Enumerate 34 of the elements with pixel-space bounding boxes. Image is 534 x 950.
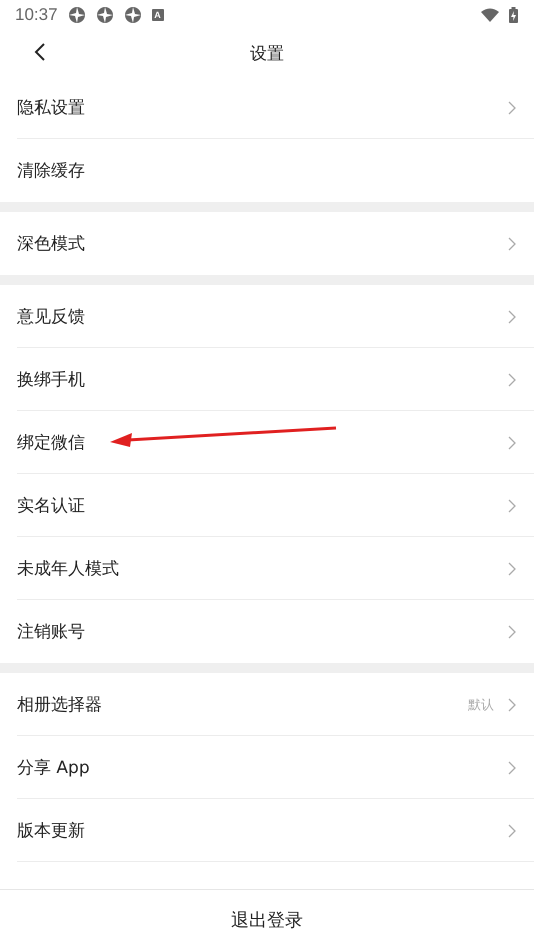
settings-row[interactable]: 实名认证 [0, 474, 534, 537]
logout-button[interactable]: 退出登录 [219, 902, 315, 938]
wifi-icon [481, 8, 499, 22]
keyboard-icon: A [152, 9, 164, 21]
row-value: 默认 [468, 696, 494, 714]
settings-row[interactable]: 清除缓存 [0, 139, 534, 202]
settings-row[interactable]: 换绑手机 [0, 348, 534, 411]
settings-row[interactable]: 相册选择器 默认 [0, 673, 534, 736]
settings-row[interactable]: 隐私设置 [0, 76, 534, 139]
row-label: 绑定微信 [17, 432, 85, 454]
row-label: 注销账号 [17, 621, 85, 643]
settings-row[interactable]: 未成年人模式 [0, 537, 534, 600]
row-label: 深色模式 [17, 233, 85, 255]
settings-row[interactable]: 注销账号 [0, 600, 534, 663]
settings-row[interactable]: 分享 App [0, 736, 534, 799]
row-label: 清除缓存 [17, 160, 85, 182]
clock-time: 10:37 [15, 5, 58, 25]
battery-charging-icon [509, 7, 518, 23]
row-label: 未成年人模式 [17, 558, 119, 580]
row-label: 实名认证 [17, 495, 85, 517]
row-label: 分享 App [17, 757, 90, 779]
settings-row[interactable]: 深色模式 [0, 212, 534, 275]
row-label: 版本更新 [17, 820, 85, 842]
row-label: 意见反馈 [17, 306, 85, 328]
aperture-icon [96, 6, 114, 24]
page-title: 设置 [250, 42, 284, 64]
row-label: 相册选择器 [17, 694, 102, 716]
row-label: 换绑手机 [17, 369, 85, 391]
settings-row[interactable]: 意见反馈 [0, 285, 534, 348]
row-label: 隐私设置 [17, 97, 85, 119]
settings-row[interactable]: 绑定微信 [0, 411, 534, 474]
settings-row[interactable]: 版本更新 [0, 799, 534, 862]
aperture-icon [124, 6, 142, 24]
aperture-icon [68, 6, 86, 24]
